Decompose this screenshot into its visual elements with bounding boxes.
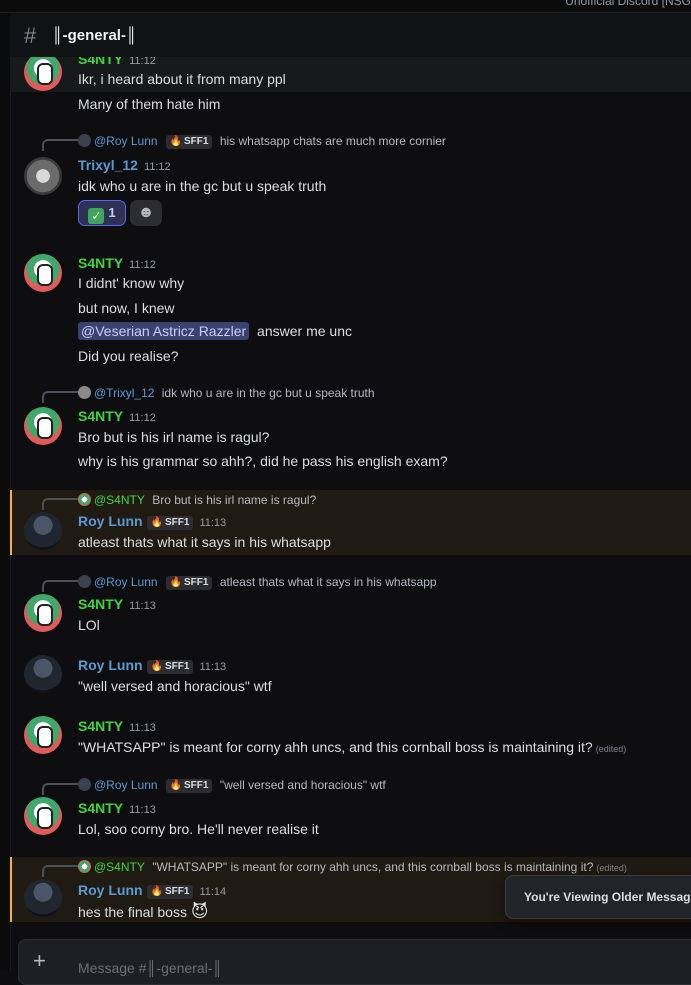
avatar[interactable] — [24, 57, 62, 91]
message-text: "WHATSAPP" is meant for corny ahh uncs, … — [78, 739, 627, 755]
server-title: Unofficial Discord [NSG — [565, 0, 691, 8]
message-text: why is his grammar so ahh?, did he pass … — [78, 453, 448, 469]
message-text: Ikr, i heard about it from many ppl — [78, 71, 286, 87]
hash-icon: # — [24, 23, 37, 48]
channel-header: # ║-general-║ — [10, 13, 691, 58]
smiling-imp-emoji-icon: 😈 — [190, 902, 209, 921]
message-text: idk who u are in the gc but u speak trut… — [78, 178, 327, 194]
plus-icon[interactable]: + — [33, 950, 46, 972]
reply-connector — [42, 139, 78, 151]
message-author[interactable]: S4NTY 11:13 — [78, 718, 156, 734]
timestamp: 11:13 — [129, 804, 156, 816]
avatar[interactable] — [24, 655, 62, 693]
reply-connector — [42, 498, 78, 510]
reply-connector — [42, 783, 78, 795]
message-author[interactable]: Trixyl_12 11:12 — [78, 157, 171, 173]
user-mention[interactable]: @Veserian Astricz Razzler — [78, 322, 250, 340]
message[interactable]: S4NTY 11:12 Ikr, i heard about it from ma… — [10, 57, 691, 92]
channel-name: ║-general-║ — [52, 27, 137, 44]
timestamp: 11:13 — [129, 722, 156, 734]
check-emoji-icon: ✓ — [88, 208, 105, 224]
role-tag: 🔥 SFF1 — [146, 885, 194, 899]
role-tag: 🔥 SFF1 — [165, 576, 213, 590]
timestamp: 11:13 — [129, 600, 156, 612]
reply-connector — [42, 580, 78, 592]
message-text: Lol, soo corny bro. He'll never realise … — [78, 821, 319, 837]
reply-avatar — [78, 575, 91, 588]
timestamp: 11:12 — [129, 57, 156, 67]
reaction-check[interactable]: ✓ 1 — [78, 200, 126, 226]
avatar[interactable] — [24, 716, 62, 754]
message[interactable]: @Roy Lunn 🔥 SFF1 atleast thats what it say… — [10, 572, 691, 634]
reply-reference[interactable]: @Trixyl_12 idk who u are in the gc but u… — [78, 386, 375, 400]
message[interactable]: @Trixyl_12 idk who u are in the gc but u… — [10, 383, 691, 475]
message-text: I didnt' know why — [78, 275, 185, 291]
message[interactable]: @Roy Lunn 🔥 SFF1 "well versed and horaciou… — [10, 775, 691, 837]
message[interactable]: Roy Lunn 🔥 SFF1 11:13 "well versed and hora… — [10, 651, 691, 697]
message-author[interactable]: S4NTY 11:13 — [78, 800, 156, 816]
message-author[interactable]: S4NTY 11:13 — [78, 596, 156, 612]
message-text: but now, I knew — [78, 300, 175, 316]
role-tag: 🔥 SFF1 — [146, 660, 194, 674]
avatar[interactable] — [24, 797, 62, 835]
reply-reference[interactable]: @Roy Lunn 🔥 SFF1 his whatsapp chats are mu… — [78, 134, 446, 149]
timestamp: 11:13 — [199, 661, 227, 673]
reply-reference[interactable]: @Roy Lunn 🔥 SFF1 "well versed and horaciou… — [78, 778, 386, 793]
role-tag: 🔥 SFF1 — [146, 516, 194, 530]
message-author[interactable]: Roy Lunn 🔥 SFF1 11:13 — [78, 657, 226, 674]
message-author[interactable]: S4NTY 11:12 — [78, 57, 156, 67]
reply-reference[interactable]: @Roy Lunn 🔥 SFF1 atleast thats what it say… — [78, 575, 437, 590]
reply-avatar — [78, 860, 91, 873]
message-text: atleast thats what it says in his whatsa… — [78, 534, 331, 550]
message-input[interactable]: Message #║-general-║ — [78, 960, 222, 976]
avatar[interactable] — [24, 512, 62, 550]
message-text: "well versed and horacious" wtf — [78, 678, 272, 694]
message[interactable]: S4NTY 11:12 I didnt' know why but now, I … — [10, 250, 691, 370]
reply-reference[interactable]: @S4NTY Bro but is his irl name is ragul? — [78, 493, 316, 507]
reply-connector — [42, 391, 78, 403]
avatar[interactable] — [24, 157, 62, 195]
message-text: hes the final boss 😈 — [78, 902, 209, 921]
message-list[interactable]: S4NTY 11:12 Ikr, i heard about it from ma… — [10, 57, 691, 927]
timestamp: 11:14 — [199, 886, 227, 898]
message-composer[interactable]: + Message #║-general-║ — [18, 939, 691, 985]
reply-avatar — [78, 386, 91, 399]
reply-avatar — [78, 134, 91, 147]
message[interactable]: S4NTY 11:13 "WHATSAPP" is meant for corny… — [10, 712, 691, 758]
role-tag: 🔥 SFF1 — [165, 779, 213, 793]
message[interactable]: @Roy Lunn 🔥 SFF1 his whatsapp chats are mu… — [10, 131, 691, 231]
reply-reference[interactable]: @S4NTY "WHATSAPP" is meant for corny ahh… — [78, 860, 627, 874]
timestamp: 11:13 — [199, 517, 227, 529]
avatar[interactable] — [24, 254, 62, 292]
message-text: Bro but is his irl name is ragul? — [78, 429, 270, 445]
avatar[interactable] — [24, 407, 62, 445]
reply-connector — [42, 865, 78, 877]
timestamp: 11:12 — [143, 161, 171, 173]
role-tag: 🔥 SFF1 — [165, 135, 213, 149]
add-reaction-button[interactable]: ☻ — [130, 200, 162, 226]
window-top-strip: Unofficial Discord [NSG — [0, 0, 691, 13]
reply-avatar — [78, 778, 91, 791]
timestamp: 11:12 — [129, 412, 156, 424]
avatar[interactable] — [24, 594, 62, 632]
message-author[interactable]: Roy Lunn 🔥 SFF1 11:14 — [78, 882, 226, 899]
message-text: Many of them hate him — [78, 96, 221, 112]
edited-label: (edited) — [595, 744, 627, 754]
message-author[interactable]: S4NTY 11:12 — [78, 408, 156, 424]
avatar[interactable] — [24, 879, 62, 917]
timestamp: 11:12 — [129, 259, 156, 271]
reply-avatar — [78, 493, 91, 506]
message-text: LOl — [78, 617, 100, 633]
message-text: Did you realise? — [78, 348, 179, 364]
message-text: @Veserian Astricz Razzler answer me unc — [78, 322, 352, 340]
message-author[interactable]: Roy Lunn 🔥 SFF1 11:13 — [78, 513, 226, 530]
message-author[interactable]: S4NTY 11:12 — [78, 255, 156, 271]
viewing-older-messages-bar[interactable]: You're Viewing Older Messages — [505, 875, 691, 919]
message-mentioned[interactable]: @S4NTY Bro but is his irl name is ragul?… — [10, 490, 691, 555]
